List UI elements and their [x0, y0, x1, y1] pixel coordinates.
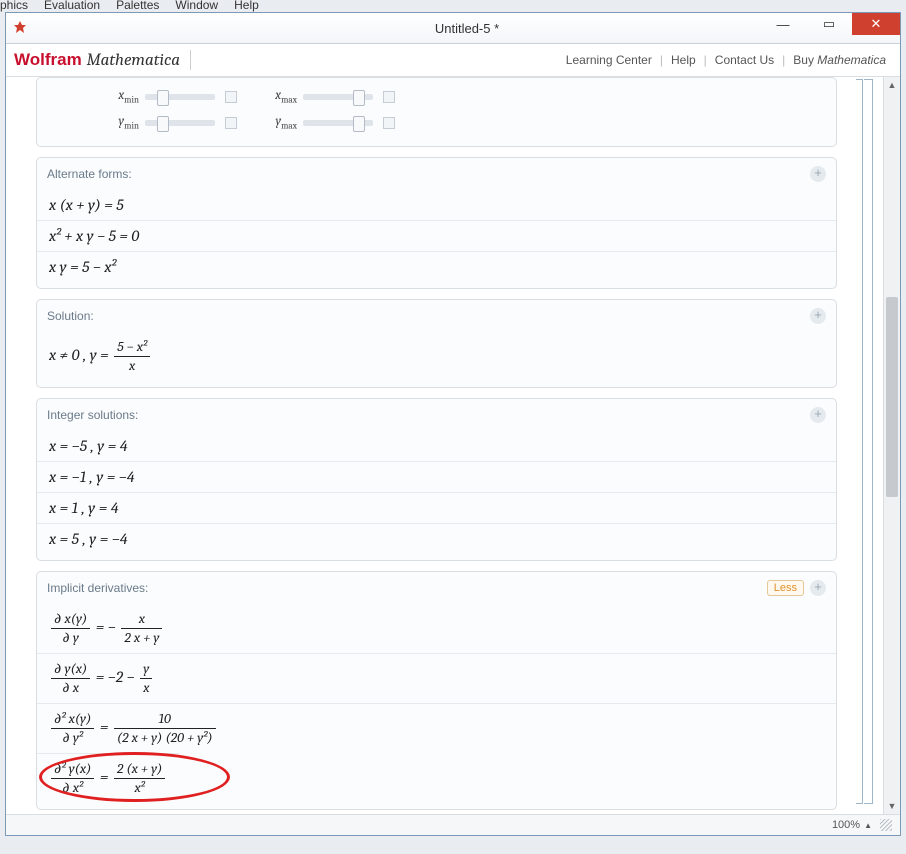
- help-link[interactable]: Help: [671, 53, 696, 67]
- scroll-thumb[interactable]: [886, 297, 898, 497]
- pod-title: Solution:: [47, 309, 94, 323]
- expand-icon[interactable]: +: [810, 407, 826, 423]
- minimize-button[interactable]: —: [760, 13, 806, 35]
- titlebar[interactable]: Untitled-5 * — ▭ ✕: [6, 13, 900, 44]
- xmax-slider[interactable]: [303, 94, 373, 100]
- xmin-slider[interactable]: [145, 94, 215, 100]
- cell-bracket-outer[interactable]: [864, 79, 873, 804]
- formula-row: x = 5 , y = −4: [37, 523, 836, 554]
- xmax-label: xmax: [257, 88, 297, 106]
- app-icon: [12, 20, 28, 36]
- close-button[interactable]: ✕: [852, 13, 900, 35]
- ymax-step[interactable]: [383, 117, 395, 129]
- xmin-label: xmin: [99, 88, 139, 106]
- buy-link[interactable]: Buy Mathematica: [793, 53, 886, 67]
- less-button[interactable]: Less: [767, 580, 804, 596]
- formula-row: x (x + y) = 5: [37, 190, 836, 220]
- formula-row-highlighted: ∂² y(x)∂ x² = 2 (x + y)x²: [37, 753, 179, 803]
- expand-icon[interactable]: +: [810, 580, 826, 596]
- solution-pod: Solution: + x ≠ 0 , y = 5 − x²x: [36, 299, 837, 388]
- formula-row: x ≠ 0 , y = 5 − x²x: [37, 332, 836, 381]
- parent-menubar: phicsEvaluationPalettesWindowHelp: [0, 0, 275, 12]
- notebook-window: Untitled-5 * — ▭ ✕ Wolfram Mathematica L…: [5, 12, 901, 836]
- alternate-forms-pod: Alternate forms: + x (x + y) = 5 x² + x …: [36, 157, 837, 289]
- ymax-slider[interactable]: [303, 120, 373, 126]
- contact-us-link[interactable]: Contact Us: [715, 53, 774, 67]
- formula-row: x = −5 , y = 4: [37, 431, 836, 461]
- xmin-step[interactable]: [225, 91, 237, 103]
- formula-row: x y = 5 − x²: [37, 251, 836, 282]
- ymin-step[interactable]: [225, 117, 237, 129]
- scroll-down-icon[interactable]: ▼: [884, 798, 900, 814]
- cell-bracket-inner[interactable]: [856, 79, 863, 804]
- ymin-slider[interactable]: [145, 120, 215, 126]
- formula-row: ∂ y(x)∂ x = −2 − yx: [37, 653, 836, 703]
- pod-title: Alternate forms:: [47, 167, 132, 181]
- expand-icon[interactable]: +: [810, 166, 826, 182]
- pod-title: Integer solutions:: [47, 408, 138, 422]
- maximize-button[interactable]: ▭: [806, 13, 852, 35]
- zoom-menu-icon[interactable]: ▲: [864, 821, 872, 830]
- ymax-label: ymax: [257, 114, 297, 132]
- formula-row: x = 1 , y = 4: [37, 492, 836, 523]
- brand: Wolfram Mathematica: [14, 50, 180, 70]
- app-header: Wolfram Mathematica Learning Center| Hel…: [6, 44, 900, 77]
- plot-controls-pod: xmin xmax ymin ymax: [36, 77, 837, 147]
- divider: [190, 50, 191, 70]
- ymin-label: ymin: [99, 114, 139, 132]
- pod-title: Implicit derivatives:: [47, 581, 148, 595]
- integer-solutions-pod: Integer solutions: + x = −5 , y = 4 x = …: [36, 398, 837, 561]
- formula-row: x² + x y − 5 = 0: [37, 220, 836, 251]
- implicit-derivatives-pod: Implicit derivatives: Less + ∂ x(y)∂ y =…: [36, 571, 837, 810]
- status-bar: 100% ▲: [6, 814, 900, 835]
- learning-center-link[interactable]: Learning Center: [566, 53, 652, 67]
- notebook-area[interactable]: xmin xmax ymin ymax: [6, 77, 883, 814]
- formula-row: ∂² x(y)∂ y² = 10(2 x + y) (20 + y²): [37, 703, 836, 753]
- formula-row: x = −1 , y = −4: [37, 461, 836, 492]
- scroll-up-icon[interactable]: ▲: [884, 77, 900, 93]
- formula-row: ∂ x(y)∂ y = − x2 x + y: [37, 604, 836, 653]
- resize-grip[interactable]: [880, 819, 892, 831]
- expand-icon[interactable]: +: [810, 308, 826, 324]
- vertical-scrollbar[interactable]: ▲ ▼: [883, 77, 900, 814]
- zoom-level[interactable]: 100%: [832, 819, 860, 831]
- xmax-step[interactable]: [383, 91, 395, 103]
